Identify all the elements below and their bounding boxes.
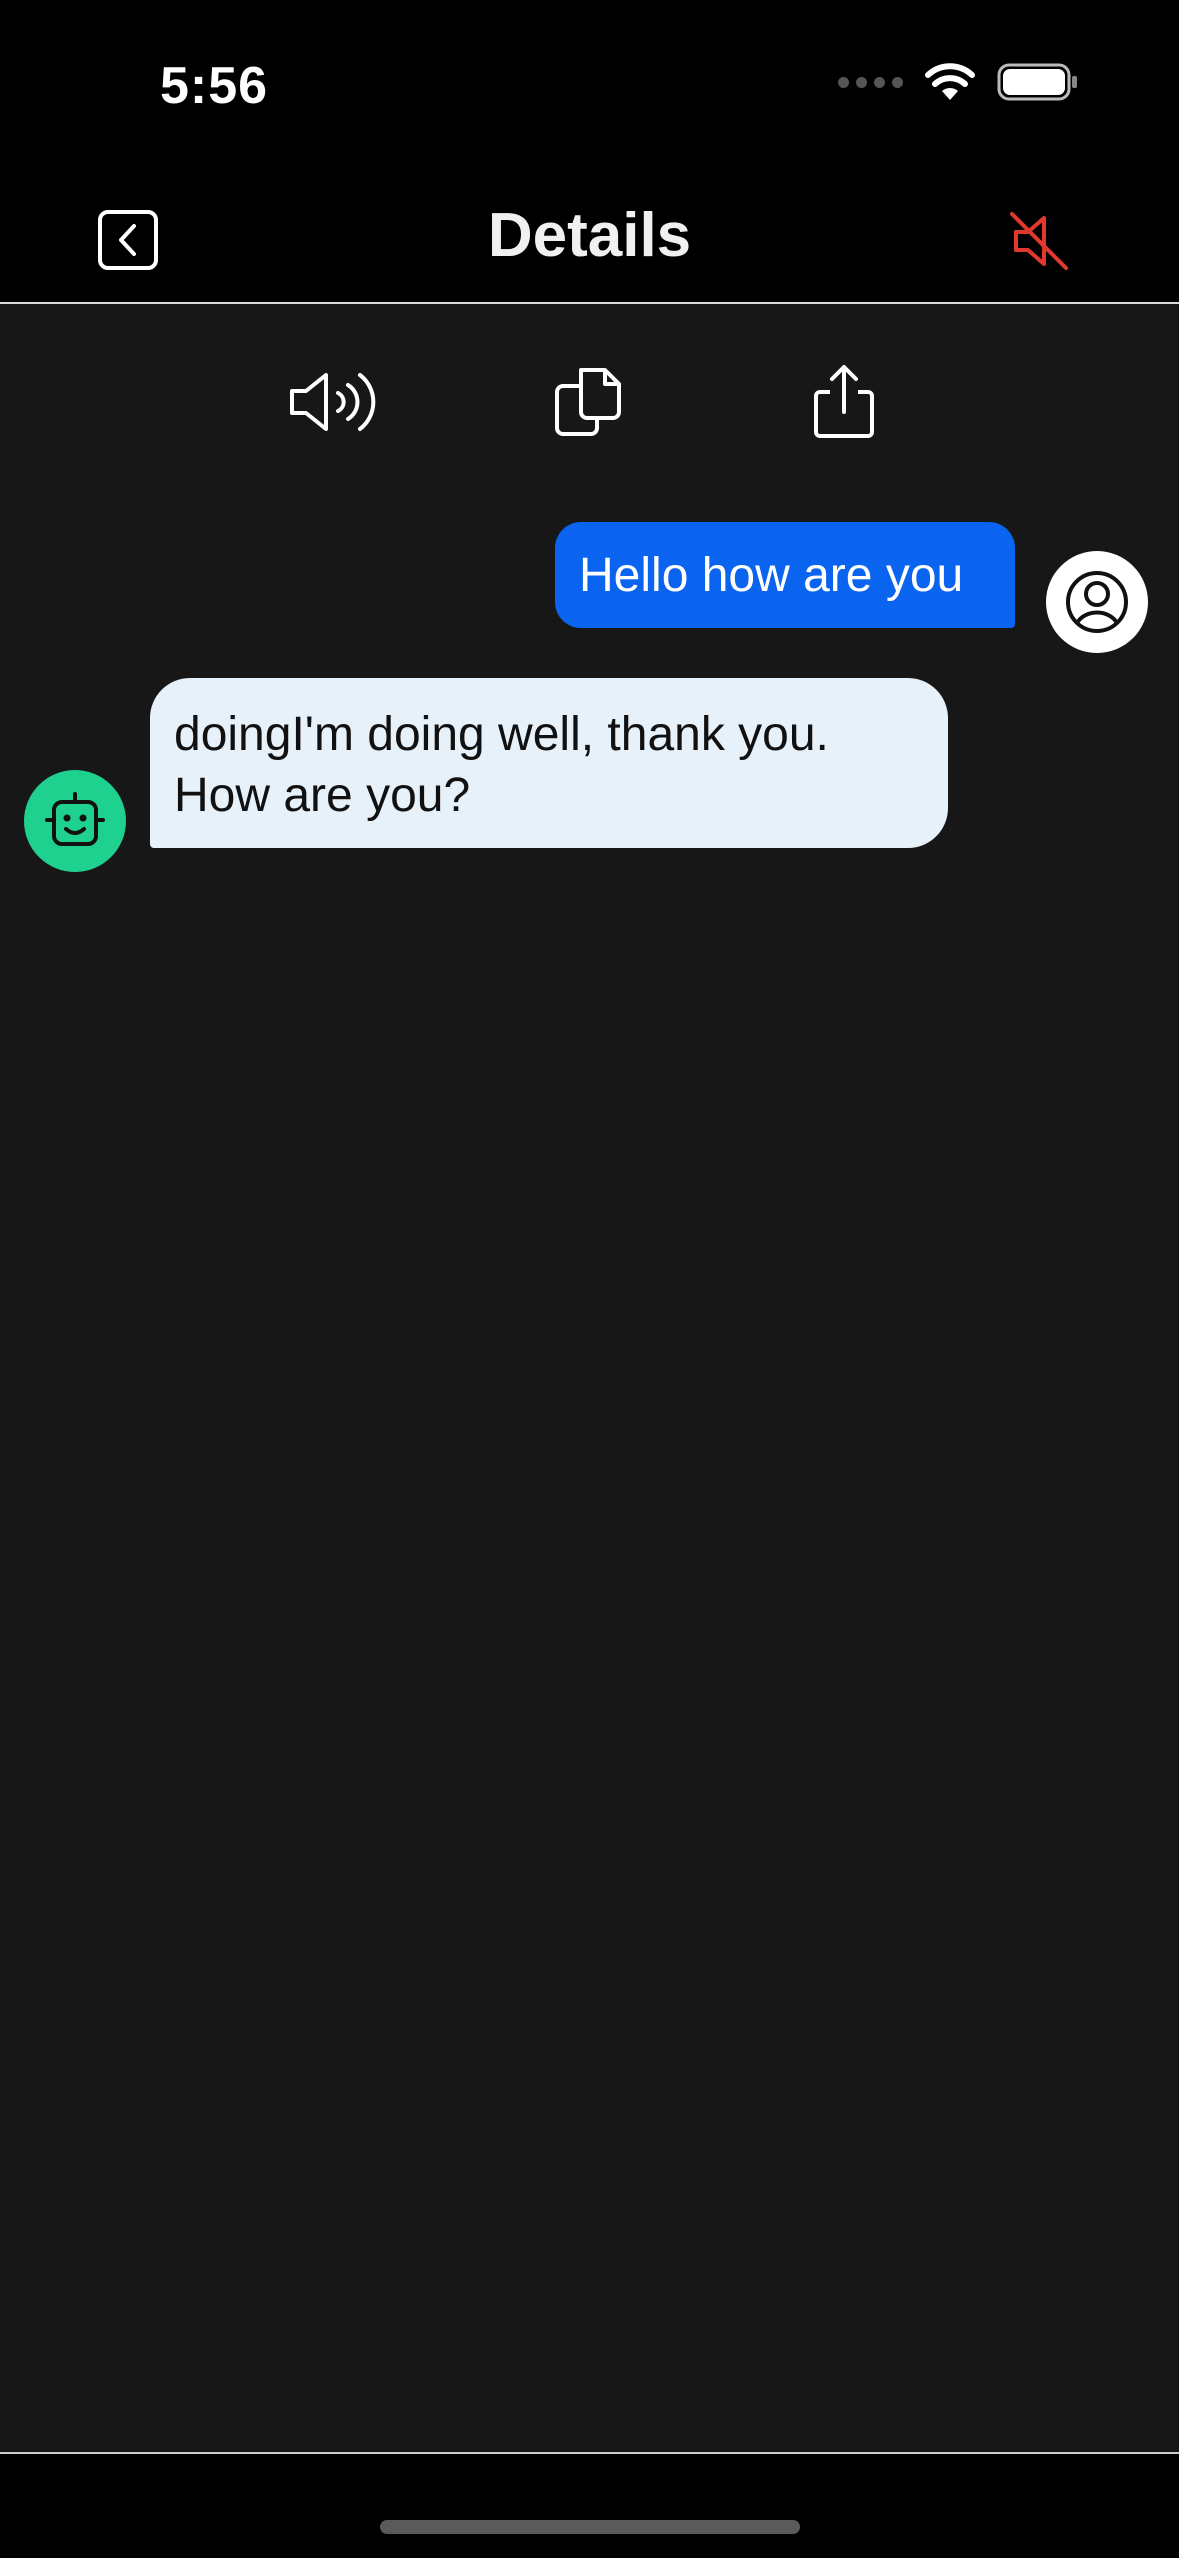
home-indicator[interactable] [380,2520,800,2534]
robot-face-icon [45,792,105,846]
user-circle-icon [1066,571,1128,633]
mute-button[interactable] [1004,206,1074,276]
speaker-muted-icon [1010,212,1068,270]
cellular-signal-icon [838,76,903,88]
status-time: 5:56 [160,57,269,115]
share-button[interactable] [794,352,894,452]
wifi-icon [925,63,975,100]
bot-message-bubble[interactable]: doingI'm doing well, thank you. How are … [150,678,948,848]
copy-icon [555,368,621,436]
page-title: Details [487,201,692,270]
speaker-wave-icon [290,373,376,431]
bot-avatar [24,770,126,872]
status-bar: 5:56 [0,0,1179,170]
user-message-bubble[interactable]: Hello how are you [555,522,1015,628]
status-icons [838,62,1079,102]
nav-bar: Details [0,170,1179,304]
bottom-bar [0,2452,1179,2558]
share-icon [814,365,874,438]
speak-button[interactable] [284,352,384,452]
user-avatar [1046,551,1148,653]
copy-button[interactable] [538,352,638,452]
battery-icon [997,63,1077,101]
chat-area[interactable]: Hello how are you doingI'm doing well, t… [0,304,1179,2452]
